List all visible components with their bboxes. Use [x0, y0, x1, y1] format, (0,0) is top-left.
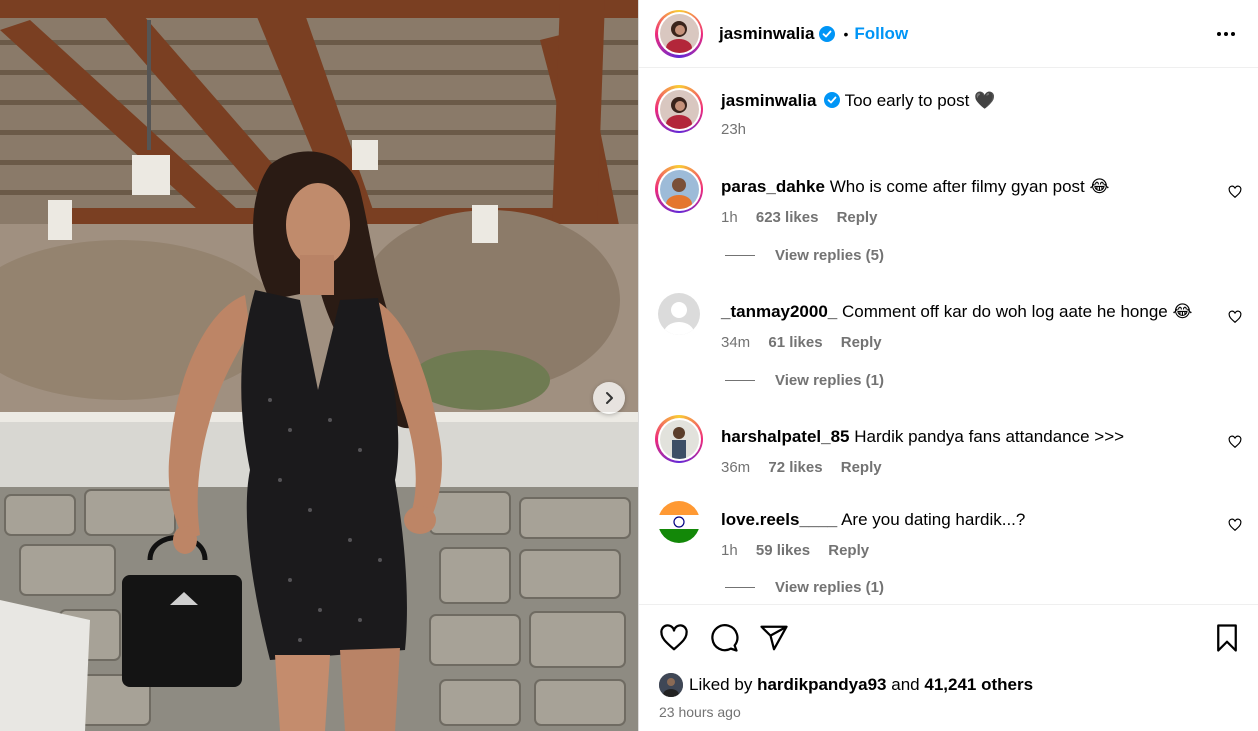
post-photo[interactable]	[0, 0, 638, 731]
caption-author-avatar[interactable]	[655, 85, 703, 133]
reply-button[interactable]: Reply	[828, 542, 869, 559]
caption-username[interactable]: jasminwalia	[721, 91, 816, 110]
instagram-post-view: jasminwalia • Follow jasminwalia Too ear…	[0, 0, 1258, 731]
verified-icon	[819, 25, 836, 42]
next-image-button[interactable]	[593, 382, 625, 414]
post-header: jasminwalia • Follow	[639, 0, 1258, 68]
comment-username[interactable]: love.reels____	[721, 510, 837, 529]
comment-text: Who is come after filmy gyan post 😂	[829, 177, 1110, 196]
comment-likes[interactable]: 59 likes	[756, 542, 810, 559]
separator-dot: •	[843, 25, 849, 42]
commenter-avatar[interactable]	[655, 165, 703, 213]
comment-button[interactable]	[709, 623, 739, 653]
reply-button[interactable]: Reply	[841, 459, 882, 476]
more-options-icon[interactable]	[1214, 22, 1238, 46]
comment-text: Comment off kar do woh log aate he honge…	[842, 302, 1193, 321]
likes-count[interactable]: 41,241 others	[924, 675, 1033, 695]
follow-button[interactable]: Follow	[854, 24, 908, 44]
comments-list[interactable]: jasminwalia Too early to post 🖤 23h para…	[639, 69, 1258, 604]
comment-item: _tanmay2000_ Comment off kar do woh log …	[655, 290, 1242, 351]
commenter-avatar[interactable]	[658, 501, 700, 543]
india-flag-icon	[658, 501, 700, 543]
caption-text: Too early to post 🖤	[844, 91, 996, 110]
post-actions: Liked by hardikpandya93 and 41,241 other…	[639, 604, 1258, 731]
view-replies-button[interactable]: View replies (1)	[725, 579, 884, 596]
post-image	[0, 0, 638, 731]
comment-icon	[711, 624, 739, 652]
comment-text: Are you dating hardik...?	[841, 510, 1026, 529]
comment-item: love.reels____ Are you dating hardik...?…	[655, 498, 1242, 559]
author-story-ring[interactable]	[655, 9, 703, 58]
bookmark-icon	[1217, 624, 1237, 652]
comment-likes[interactable]: 61 likes	[768, 334, 822, 351]
save-button[interactable]	[1212, 623, 1242, 653]
comment-item: harshalpatel_85 Hardik pandya fans attan…	[655, 415, 1242, 476]
comment-username[interactable]: _tanmay2000_	[721, 302, 837, 321]
reply-button[interactable]: Reply	[837, 209, 878, 226]
likes-summary: Liked by hardikpandya93 and 41,241 other…	[659, 673, 1033, 697]
share-button[interactable]	[759, 623, 789, 653]
view-replies-button[interactable]: View replies (1)	[725, 372, 884, 389]
post-caption: jasminwalia Too early to post 🖤 23h	[655, 85, 1242, 155]
comment-item: paras_dahke Who is come after filmy gyan…	[655, 165, 1242, 226]
chevron-right-icon	[606, 392, 613, 404]
view-replies-button[interactable]: View replies (5)	[725, 247, 884, 264]
commenter-avatar[interactable]	[658, 293, 700, 335]
comment-likes[interactable]: 72 likes	[768, 459, 822, 476]
verified-icon	[824, 92, 841, 108]
author-avatar	[659, 14, 699, 53]
author-username[interactable]: jasminwalia	[719, 24, 814, 44]
liker-avatar[interactable]	[659, 673, 683, 697]
comment-time: 36m	[721, 459, 751, 476]
liked-by-user[interactable]: hardikpandya93	[757, 675, 886, 695]
comment-time: 1h	[721, 542, 738, 559]
comment-username[interactable]: harshalpatel_85	[721, 427, 850, 446]
heart-icon[interactable]	[1228, 518, 1242, 532]
comment-time: 34m	[721, 334, 751, 351]
heart-icon[interactable]	[1228, 435, 1242, 449]
comment-username[interactable]: paras_dahke	[721, 177, 825, 196]
share-icon	[760, 625, 788, 651]
commenter-avatar[interactable]	[655, 415, 703, 463]
heart-icon	[660, 624, 688, 651]
post-timestamp[interactable]: 23 hours ago	[659, 704, 741, 720]
post-side-panel: jasminwalia • Follow jasminwalia Too ear…	[638, 0, 1258, 731]
heart-icon[interactable]	[1228, 185, 1242, 199]
liked-by-prefix: Liked by	[689, 675, 753, 694]
comment-likes[interactable]: 623 likes	[756, 209, 819, 226]
comment-time: 1h	[721, 209, 738, 226]
caption-time: 23h	[721, 121, 747, 138]
comment-text: Hardik pandya fans attandance >>>	[854, 427, 1125, 446]
liked-by-and: and	[891, 675, 920, 694]
reply-button[interactable]: Reply	[841, 334, 882, 351]
like-button[interactable]	[659, 623, 689, 653]
heart-icon[interactable]	[1228, 310, 1242, 324]
